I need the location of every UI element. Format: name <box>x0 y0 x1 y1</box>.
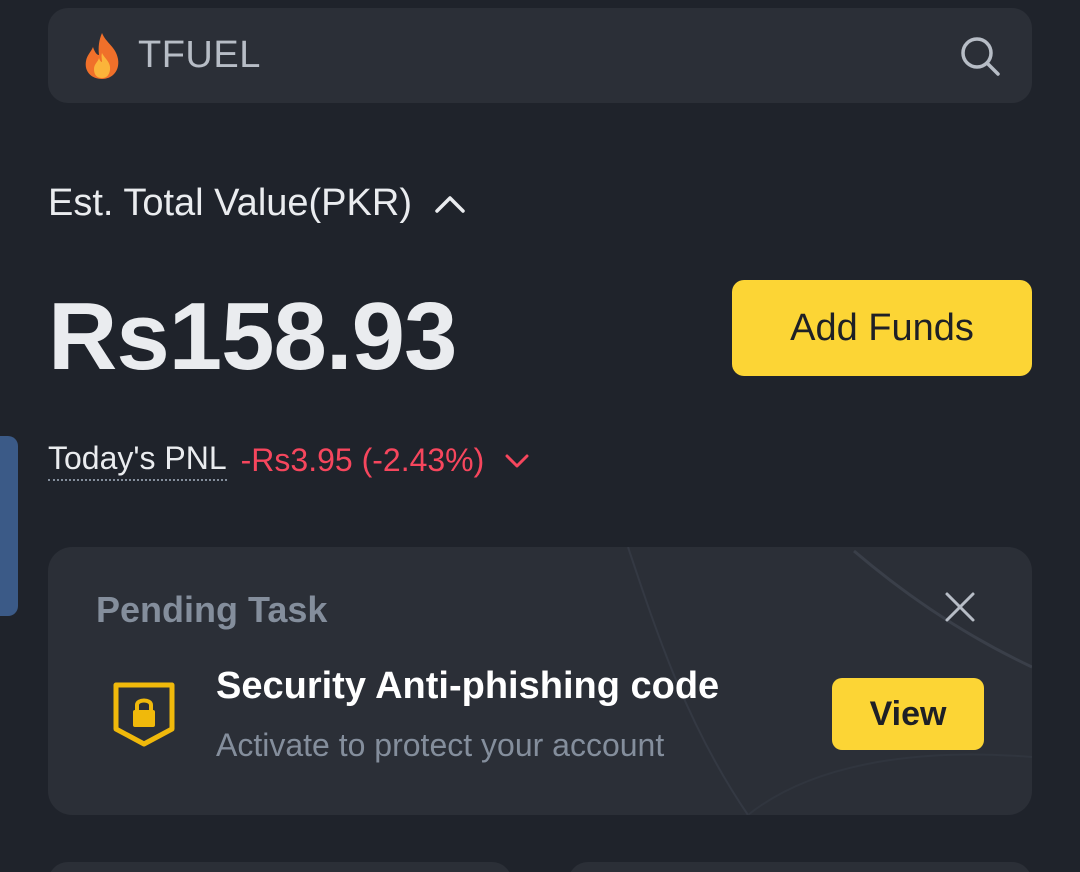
view-button[interactable]: View <box>832 678 984 750</box>
pending-task-card: Pending Task Security Anti-phishing code… <box>48 547 1032 815</box>
task-title: Security Anti-phishing code <box>216 665 720 707</box>
total-value-toggle[interactable]: Est. Total Value(PKR) <box>48 182 466 225</box>
side-drawer-handle[interactable] <box>0 436 18 616</box>
total-value-label: Est. Total Value(PKR) <box>48 182 412 224</box>
add-funds-button[interactable]: Add Funds <box>732 280 1032 376</box>
shield-lock-icon <box>113 682 175 747</box>
wallet-overview: TFUEL Est. Total Value(PKR) Rs158.93 Add… <box>0 0 1080 872</box>
task-description: Activate to protect your account <box>216 727 665 763</box>
pnl-value: -Rs3.95 (-2.43%) <box>240 442 485 478</box>
pnl-label[interactable]: Today's PNL <box>48 440 227 481</box>
pnl-row[interactable]: Today's PNL -Rs3.95 (-2.43%) <box>48 440 530 481</box>
search-icon[interactable] <box>958 34 1002 78</box>
total-balance: Rs158.93 <box>48 283 457 390</box>
search-bar[interactable]: TFUEL <box>48 8 1032 103</box>
chevron-down-icon[interactable] <box>504 453 530 469</box>
bottom-card-right[interactable] <box>568 862 1032 872</box>
fire-icon <box>85 32 119 79</box>
search-query: TFUEL <box>138 34 261 76</box>
bottom-card-left[interactable] <box>48 862 512 872</box>
chevron-up-icon <box>435 195 465 213</box>
close-icon[interactable] <box>944 591 976 623</box>
pending-task-title: Pending Task <box>96 589 328 630</box>
